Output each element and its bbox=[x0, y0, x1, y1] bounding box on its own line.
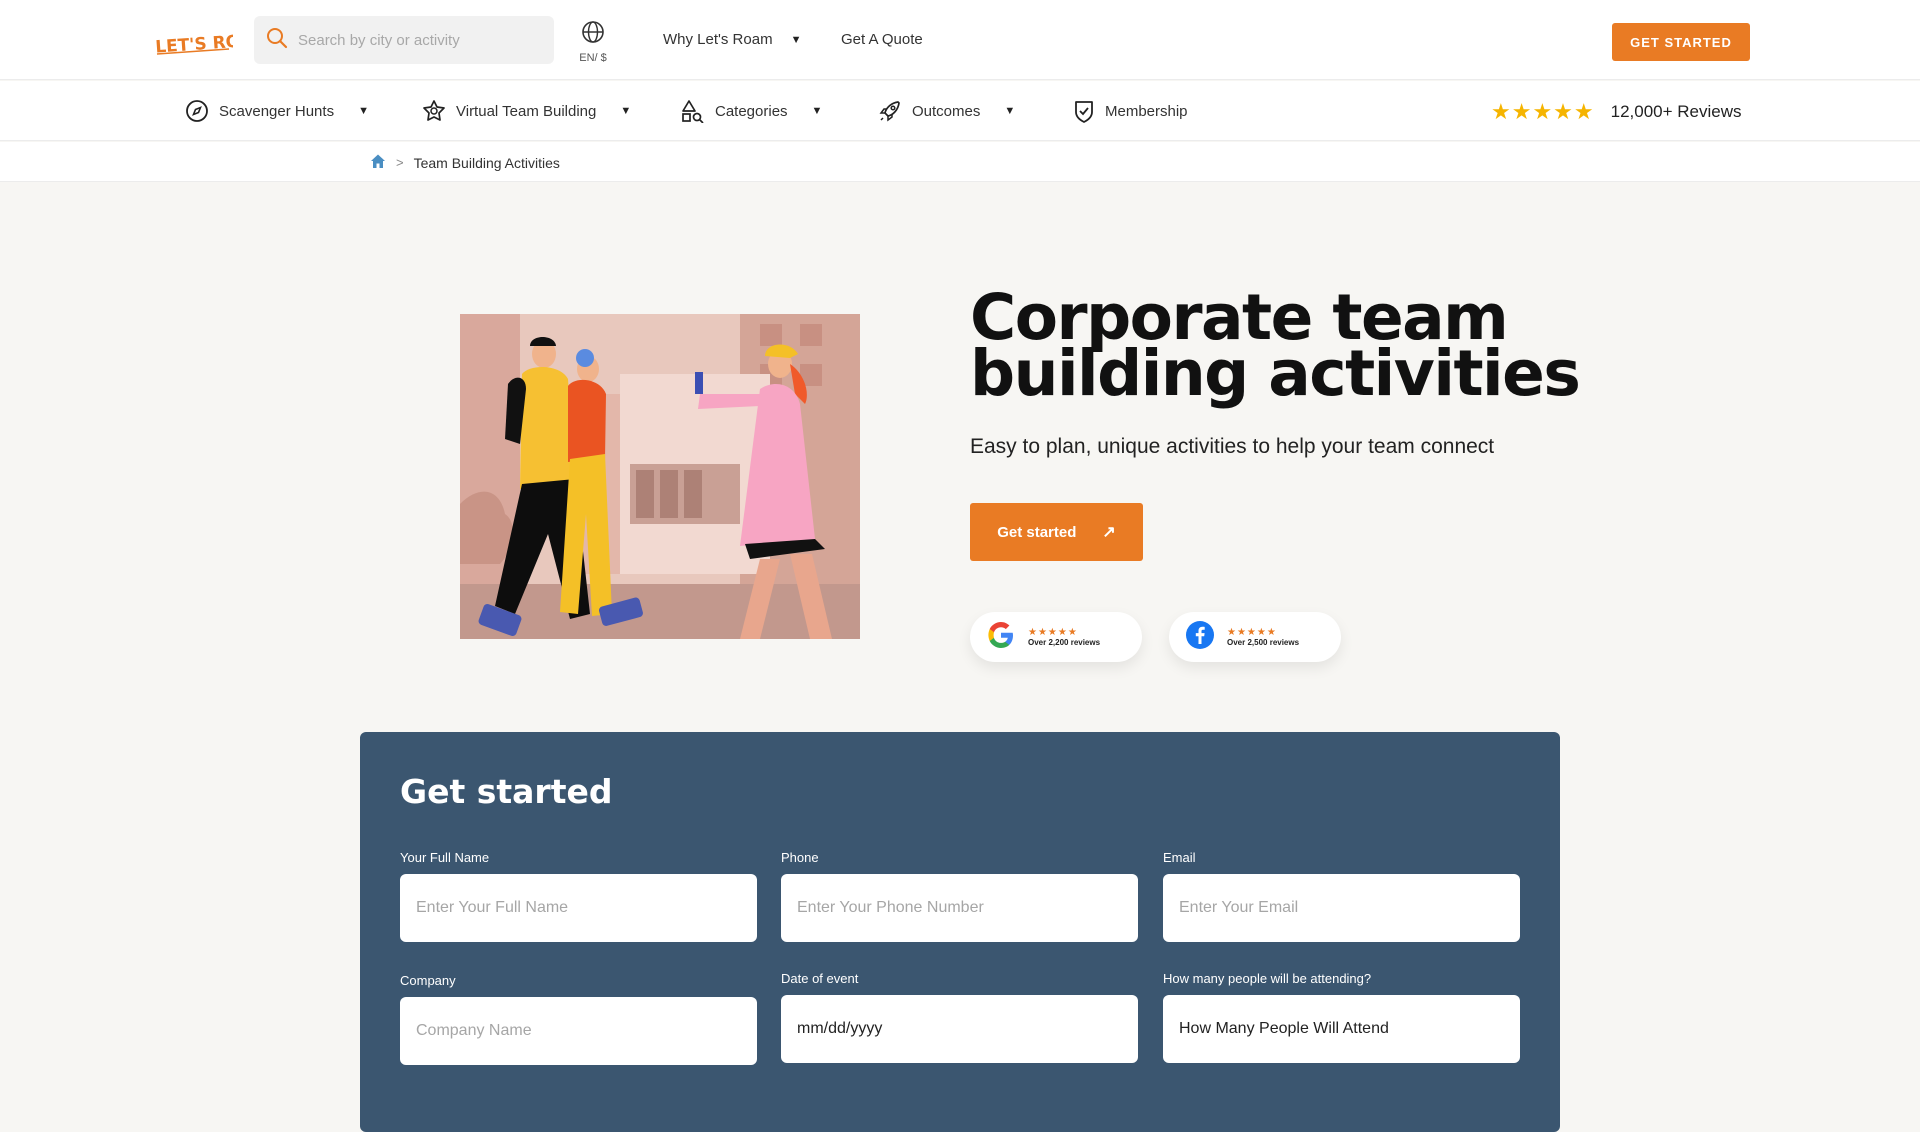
event-date-input[interactable] bbox=[781, 995, 1138, 1063]
company-label: Company bbox=[400, 973, 456, 988]
google-stars: ★★★★★ bbox=[1028, 627, 1078, 638]
reviews-count: 12,000+ Reviews bbox=[1610, 102, 1742, 121]
language-label: EN/ $ bbox=[579, 52, 607, 64]
company-field: Company bbox=[400, 973, 757, 1065]
get-started-button-header[interactable]: GET STARTED bbox=[1612, 23, 1750, 61]
caret-down-icon: ▼ bbox=[790, 33, 802, 46]
rating-stars: ★★★★★ bbox=[1491, 99, 1595, 124]
nav-label: Scavenger Hunts bbox=[219, 102, 335, 120]
get-started-label: Get started bbox=[997, 523, 1077, 541]
rocket-icon bbox=[879, 101, 900, 122]
full-name-label: Your Full Name bbox=[400, 850, 490, 865]
arrow-up-right-icon: ↗ bbox=[1102, 524, 1116, 541]
get-started-form: Get started Your Full Name Phone Email C… bbox=[360, 732, 1560, 1132]
hero-title: Corporate team building activities bbox=[970, 286, 1590, 405]
phone-field: Phone bbox=[781, 850, 1138, 942]
hero-title-line2: building activities bbox=[970, 337, 1581, 410]
full-name-input[interactable] bbox=[400, 874, 757, 942]
shapes-search-icon bbox=[682, 100, 704, 123]
nav-scavenger-hunts[interactable]: Scavenger Hunts ▼ bbox=[185, 98, 369, 124]
nav-label: Virtual Team Building bbox=[456, 102, 597, 120]
nav-outcomes[interactable]: Outcomes ▼ bbox=[878, 98, 1015, 124]
email-label: Email bbox=[1163, 850, 1196, 865]
nav-label: Membership bbox=[1105, 102, 1188, 120]
facebook-icon bbox=[1185, 620, 1215, 655]
email-input[interactable] bbox=[1163, 874, 1520, 942]
language-currency-selector[interactable]: EN/ $ bbox=[576, 20, 610, 64]
attendees-field: How many people will be attending? bbox=[1163, 971, 1520, 1063]
facebook-reviews-badge[interactable]: ★★★★★ Over 2,500 reviews bbox=[1169, 612, 1341, 662]
search-box[interactable] bbox=[254, 16, 554, 64]
phone-label: Phone bbox=[781, 850, 819, 865]
google-icon bbox=[986, 620, 1016, 655]
search-icon bbox=[266, 27, 288, 54]
shield-check-icon bbox=[1075, 101, 1093, 123]
event-date-label: Date of event bbox=[781, 971, 859, 986]
event-date-field: Date of event bbox=[781, 971, 1138, 1063]
nav-label: Categories bbox=[715, 102, 788, 120]
full-name-field: Your Full Name bbox=[400, 850, 757, 942]
get-a-quote-label: Get A Quote bbox=[841, 31, 923, 48]
email-field: Email bbox=[1163, 850, 1520, 942]
google-rating-meta: ★★★★★ Over 2,200 reviews bbox=[1028, 627, 1100, 647]
phone-input[interactable] bbox=[781, 874, 1138, 942]
attendees-input[interactable] bbox=[1163, 995, 1520, 1063]
hero-illustration bbox=[460, 314, 860, 639]
breadcrumb: > Team Building Activities bbox=[370, 153, 560, 172]
home-icon[interactable] bbox=[370, 153, 386, 172]
get-started-button-hero[interactable]: Get started ↗ bbox=[970, 503, 1143, 561]
breadcrumb-bar: > Team Building Activities bbox=[0, 142, 1920, 182]
facebook-rating-meta: ★★★★★ Over 2,500 reviews bbox=[1227, 627, 1299, 647]
why-lets-roam-label: Why Let's Roam bbox=[663, 31, 773, 48]
breadcrumb-current: Team Building Activities bbox=[413, 154, 560, 171]
attendees-label: How many people will be attending? bbox=[1163, 971, 1372, 986]
lets-roam-logo[interactable]: LET'S ROAM bbox=[153, 24, 271, 58]
nav-membership[interactable]: Membership bbox=[1073, 98, 1188, 124]
caret-down-icon: ▼ bbox=[811, 105, 823, 117]
main-nav: Scavenger Hunts ▼ Virtual Team Building … bbox=[0, 81, 1920, 141]
reviews-rating[interactable]: ★★★★★ 12,000+ Reviews bbox=[1491, 99, 1742, 125]
google-review-count: Over 2,200 reviews bbox=[1028, 638, 1101, 647]
facebook-stars: ★★★★★ bbox=[1227, 627, 1277, 638]
nav-virtual-team-building[interactable]: Virtual Team Building ▼ bbox=[422, 98, 631, 124]
form-title: Get started bbox=[400, 772, 613, 811]
google-reviews-badge[interactable]: ★★★★★ Over 2,200 reviews bbox=[970, 612, 1142, 662]
why-lets-roam-menu[interactable]: Why Let's Roam ▼ bbox=[663, 31, 801, 48]
globe-icon bbox=[581, 21, 605, 48]
caret-down-icon: ▼ bbox=[1004, 105, 1016, 117]
company-input[interactable] bbox=[400, 997, 757, 1065]
chevron-right-icon: > bbox=[396, 155, 404, 170]
nav-categories[interactable]: Categories ▼ bbox=[681, 98, 822, 124]
search-input[interactable] bbox=[298, 31, 538, 49]
star-badge-icon bbox=[423, 100, 445, 121]
top-header: LET'S ROAM EN/ $ Why Let's Roam ▼ Get A … bbox=[0, 0, 1920, 80]
caret-down-icon: ▼ bbox=[620, 105, 632, 117]
facebook-review-count: Over 2,500 reviews bbox=[1227, 638, 1300, 647]
hero-subtitle: Easy to plan, unique activities to help … bbox=[970, 435, 1495, 458]
get-a-quote-link[interactable]: Get A Quote bbox=[841, 31, 923, 48]
caret-down-icon: ▼ bbox=[358, 105, 369, 117]
compass-icon bbox=[186, 100, 208, 122]
nav-label: Outcomes bbox=[912, 102, 981, 120]
